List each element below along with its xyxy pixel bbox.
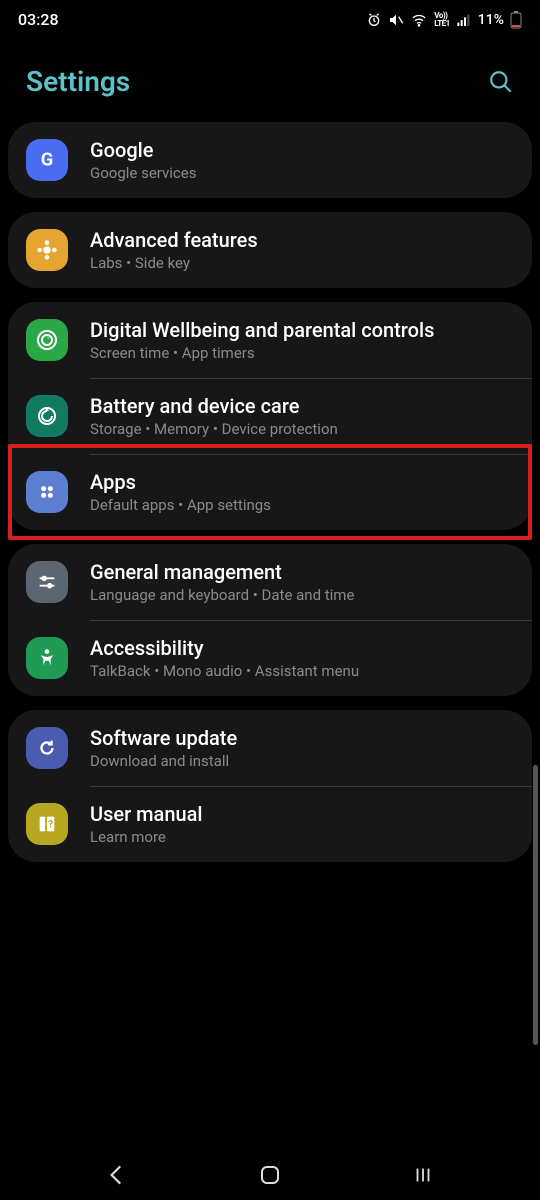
update-icon bbox=[26, 727, 68, 769]
settings-item-google[interactable]: G Google Google services bbox=[8, 122, 532, 198]
nav-recents-button[interactable] bbox=[373, 1164, 473, 1186]
item-subtitle: Screen time • App timers bbox=[90, 344, 434, 362]
item-title: Google bbox=[90, 138, 196, 162]
settings-group: Advanced features Labs • Side key bbox=[8, 212, 532, 288]
item-title: Digital Wellbeing and parental controls bbox=[90, 318, 434, 342]
item-title: Battery and device care bbox=[90, 394, 338, 418]
alarm-icon bbox=[366, 12, 382, 28]
settings-group: Software update Download and install ? U… bbox=[8, 710, 532, 862]
settings-group: G Google Google services bbox=[8, 122, 532, 198]
nav-home-button[interactable] bbox=[220, 1163, 320, 1187]
item-subtitle: Labs • Side key bbox=[90, 254, 258, 272]
settings-item-general[interactable]: General management Language and keyboard… bbox=[8, 544, 532, 620]
settings-item-user-manual[interactable]: ? User manual Learn more bbox=[8, 786, 532, 862]
navigation-bar bbox=[0, 1150, 540, 1200]
settings-item-wellbeing[interactable]: Digital Wellbeing and parental controls … bbox=[8, 302, 532, 378]
status-bar: 03:28 Vo))LTE1 11% bbox=[0, 0, 540, 35]
battery-percent: 11% bbox=[478, 12, 504, 28]
battery-care-icon bbox=[26, 395, 68, 437]
nav-back-button[interactable] bbox=[67, 1162, 167, 1188]
item-subtitle: TalkBack • Mono audio • Assistant menu bbox=[90, 662, 359, 680]
volte-icon: Vo))LTE1 bbox=[434, 12, 450, 28]
item-title: Software update bbox=[90, 726, 237, 750]
search-button[interactable] bbox=[488, 69, 514, 95]
settings-list: G Google Google services Advanced featur… bbox=[0, 122, 540, 862]
item-subtitle: Language and keyboard • Date and time bbox=[90, 586, 354, 604]
status-time: 03:28 bbox=[18, 10, 59, 29]
page-header: Settings bbox=[0, 35, 540, 122]
page-title: Settings bbox=[26, 65, 130, 98]
apps-icon bbox=[26, 471, 68, 513]
sliders-icon bbox=[26, 561, 68, 603]
settings-item-apps[interactable]: Apps Default apps • App settings bbox=[8, 454, 532, 530]
item-title: Apps bbox=[90, 470, 271, 494]
accessibility-icon bbox=[26, 637, 68, 679]
google-icon: G bbox=[26, 139, 68, 181]
manual-icon: ? bbox=[26, 803, 68, 845]
mute-icon bbox=[388, 12, 404, 28]
settings-item-accessibility[interactable]: Accessibility TalkBack • Mono audio • As… bbox=[8, 620, 532, 696]
svg-text:?: ? bbox=[48, 820, 53, 831]
item-title: Accessibility bbox=[90, 636, 359, 660]
wellbeing-icon bbox=[26, 319, 68, 361]
item-subtitle: Storage • Memory • Device protection bbox=[90, 420, 338, 438]
settings-item-software-update[interactable]: Software update Download and install bbox=[8, 710, 532, 786]
item-subtitle: Default apps • App settings bbox=[90, 496, 271, 514]
item-subtitle: Learn more bbox=[90, 828, 202, 846]
wifi-icon bbox=[410, 12, 428, 28]
battery-icon bbox=[510, 11, 522, 29]
item-title: General management bbox=[90, 560, 354, 584]
settings-item-battery[interactable]: Battery and device care Storage • Memory… bbox=[8, 378, 532, 454]
settings-item-advanced[interactable]: Advanced features Labs • Side key bbox=[8, 212, 532, 288]
settings-group: General management Language and keyboard… bbox=[8, 544, 532, 696]
signal-icon bbox=[456, 12, 472, 28]
settings-group: Digital Wellbeing and parental controls … bbox=[8, 302, 532, 530]
scrollbar[interactable] bbox=[533, 765, 538, 1045]
item-subtitle: Google services bbox=[90, 164, 196, 182]
svg-text:G: G bbox=[41, 150, 54, 171]
status-icons: Vo))LTE1 11% bbox=[366, 11, 522, 29]
item-title: User manual bbox=[90, 802, 202, 826]
item-title: Advanced features bbox=[90, 228, 258, 252]
item-subtitle: Download and install bbox=[90, 752, 237, 770]
advanced-features-icon bbox=[26, 229, 68, 271]
